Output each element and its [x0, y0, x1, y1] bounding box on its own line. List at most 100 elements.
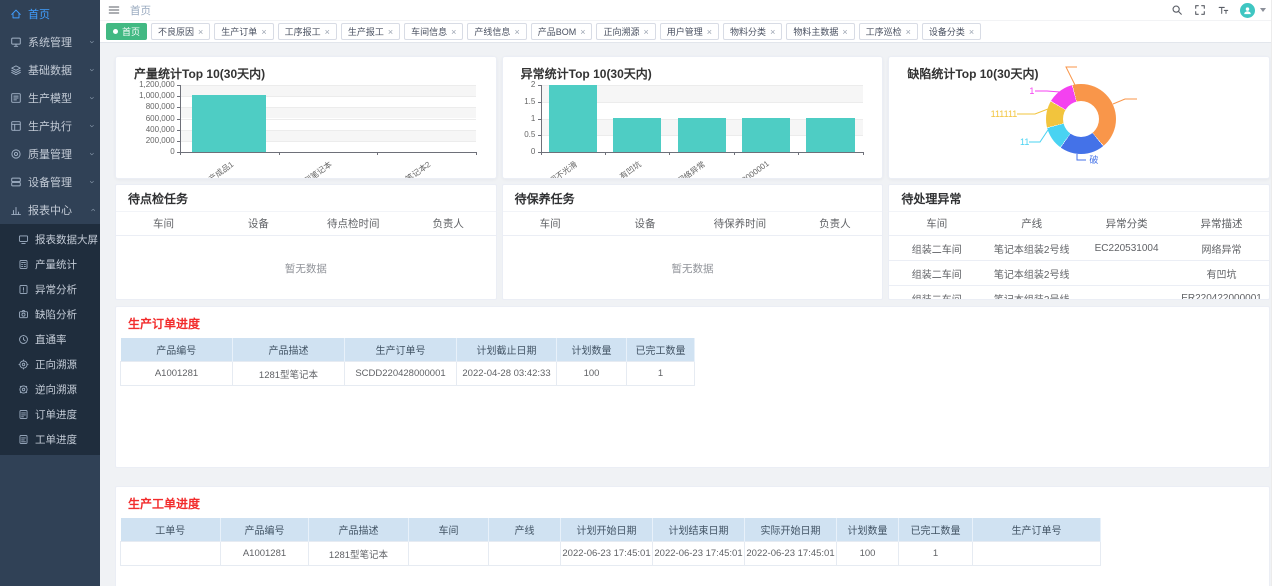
- column-header: 产品描述: [309, 518, 409, 542]
- bar-网络异常[interactable]: [678, 118, 726, 152]
- gridline: [180, 85, 476, 86]
- user-avatar[interactable]: [1240, 3, 1255, 18]
- tab-forward-trace[interactable]: 正向溯源 ×: [596, 23, 655, 40]
- column-header: 计划开始日期: [561, 518, 653, 542]
- sidebar-subitem-report-screen[interactable]: 报表数据大屏: [0, 227, 100, 252]
- tab-close-icon[interactable]: ×: [198, 27, 203, 37]
- production-workorder-progress-panel: 生产工单进度 工单号产品编号产品描述车间产线计划开始日期计划结束日期实际开始日期…: [115, 486, 1270, 586]
- x-axis-tick: [541, 152, 542, 155]
- section-title-order-progress: 生产订单进度: [116, 307, 1269, 338]
- table-cell: 1: [627, 362, 695, 386]
- sidebar-subitem-order-progress[interactable]: 订单进度: [0, 402, 100, 427]
- tab-close-icon[interactable]: ×: [644, 27, 649, 37]
- sidebar-subitem-label: 异常分析: [35, 282, 100, 297]
- tab-workshop-info[interactable]: 车间信息×: [404, 23, 463, 40]
- workorder-progress-icon: [18, 434, 29, 445]
- tab-defect-reason[interactable]: 不良原因×: [151, 23, 210, 40]
- sidebar-subitem-output-statistics[interactable]: 产量统计: [0, 252, 100, 277]
- sidebar-subitem-reverse-trace[interactable]: 逆向溯源: [0, 377, 100, 402]
- tab-production-order[interactable]: 生产订单×: [214, 23, 273, 40]
- y-axis-tick-label: 1: [531, 115, 535, 123]
- x-axis-tick: [279, 152, 280, 155]
- sidebar-subitem-label: 订单进度: [35, 407, 100, 422]
- column-header: 车间: [889, 212, 984, 236]
- table-cell: 100: [557, 362, 627, 386]
- sidebar-item-report-center[interactable]: 报表中心›: [0, 196, 100, 224]
- tab-line-info[interactable]: 产线信息×: [467, 23, 526, 40]
- sidebar-item-production-model[interactable]: 生产模型›: [0, 84, 100, 112]
- breadcrumb: 首页: [130, 3, 151, 18]
- tab-process-report[interactable]: 工序报工×: [278, 23, 337, 40]
- tab-home[interactable]: 首页: [106, 23, 147, 40]
- caret-down-icon[interactable]: [1260, 8, 1266, 12]
- y-axis-line: [180, 85, 181, 152]
- bar-有凹坑[interactable]: [613, 118, 661, 152]
- pending-exception-table: 车间产线异常分类异常描述组装二车间笔记本组装2号线EC220531004网络异常…: [889, 211, 1269, 300]
- bar-ER220422000001[interactable]: [742, 118, 790, 152]
- sidebar-subitem-forward-trace[interactable]: 正向溯源: [0, 352, 100, 377]
- quality-management-icon: [10, 148, 22, 160]
- tab-close-icon[interactable]: ×: [842, 27, 847, 37]
- tab-close-icon[interactable]: ×: [969, 27, 974, 37]
- defect-analysis-icon: [18, 309, 29, 320]
- anomaly-statistics-card: 异常统计Top 10(30天内) 00.511.52外观不光滑有凹坑网络异常ER…: [502, 56, 884, 179]
- table-header-row: 车间设备待保养时间负责人: [503, 212, 883, 236]
- donut-hole: [1063, 101, 1099, 137]
- sidebar-item-home[interactable]: 首页: [0, 0, 100, 28]
- panel-title: 待点检任务: [116, 185, 496, 211]
- menu-fold-icon[interactable]: [108, 4, 120, 16]
- tab-close-icon[interactable]: ×: [906, 27, 911, 37]
- donut-ring[interactable]: [1046, 84, 1116, 154]
- bar-unlabeled[interactable]: [806, 118, 854, 152]
- base-data-icon: [10, 64, 22, 76]
- tab-close-icon[interactable]: ×: [388, 27, 393, 37]
- tab-equipment-category[interactable]: 设备分类 ×: [922, 23, 981, 40]
- tab-label: 正向溯源: [603, 25, 639, 38]
- sidebar-item-system-management[interactable]: 系统管理›: [0, 28, 100, 56]
- column-header: 已完工数量: [627, 338, 695, 362]
- tab-close-icon[interactable]: ×: [261, 27, 266, 37]
- donut-slice-label: 111111: [975, 110, 1017, 119]
- scrollbar-track[interactable]: [1271, 0, 1280, 586]
- x-axis-tick: [377, 152, 378, 155]
- forward-trace-icon: [18, 359, 29, 370]
- tab-close-icon[interactable]: ×: [451, 27, 456, 37]
- tab-material-master[interactable]: 物料主数据×: [786, 23, 854, 40]
- table-cell: 组装二车间: [889, 286, 984, 301]
- output-statistics-card: 产量统计Top 10(30天内) 0200,000400,000600,0008…: [115, 56, 497, 179]
- tab-user-management[interactable]: 用户管理×: [660, 23, 719, 40]
- table-cell: 1: [899, 542, 973, 566]
- tab-label: 首页: [122, 25, 140, 38]
- sidebar-subitem-workorder-progress[interactable]: 工单进度: [0, 427, 100, 452]
- tab-process-inspection[interactable]: 工序巡检×: [859, 23, 918, 40]
- tab-production-report[interactable]: 生产报工×: [341, 23, 400, 40]
- x-axis-tick: [180, 152, 181, 155]
- sidebar-subitem-anomaly-analysis[interactable]: 异常分析: [0, 277, 100, 302]
- tab-close-icon[interactable]: ×: [707, 27, 712, 37]
- sidebar-item-production-execution[interactable]: 生产执行›: [0, 112, 100, 140]
- x-axis-category-label: 产成品1: [206, 159, 235, 179]
- sidebar-subitem-first-pass-yield[interactable]: 直通率: [0, 327, 100, 352]
- bar-产成品1[interactable]: [192, 95, 266, 152]
- tab-close-icon[interactable]: ×: [325, 27, 330, 37]
- tab-label: 设备分类: [929, 25, 965, 38]
- tab-close-icon[interactable]: ×: [514, 27, 519, 37]
- x-axis-line: [541, 152, 863, 153]
- table-cell: 组装二车间: [889, 261, 984, 286]
- tab-material-category[interactable]: 物料分类×: [723, 23, 782, 40]
- x-axis-tick: [863, 152, 864, 155]
- tab-product-bom[interactable]: 产品BOM×: [531, 23, 593, 40]
- search-icon[interactable]: [1171, 4, 1183, 16]
- bar-外观不光滑[interactable]: [549, 85, 597, 152]
- sidebar-subitem-defect-analysis[interactable]: 缺陷分析: [0, 302, 100, 327]
- column-header: 生产订单号: [973, 518, 1101, 542]
- column-header: 实际开始日期: [745, 518, 837, 542]
- font-size-icon[interactable]: [1217, 4, 1229, 16]
- sidebar-item-base-data[interactable]: 基础数据›: [0, 56, 100, 84]
- tab-close-icon[interactable]: ×: [770, 27, 775, 37]
- sidebar-item-label: 基础数据: [28, 62, 91, 78]
- tab-close-icon[interactable]: ×: [580, 27, 585, 37]
- fullscreen-icon[interactable]: [1194, 4, 1206, 16]
- sidebar-item-equipment-management[interactable]: 设备管理›: [0, 168, 100, 196]
- sidebar-item-quality-management[interactable]: 质量管理›: [0, 140, 100, 168]
